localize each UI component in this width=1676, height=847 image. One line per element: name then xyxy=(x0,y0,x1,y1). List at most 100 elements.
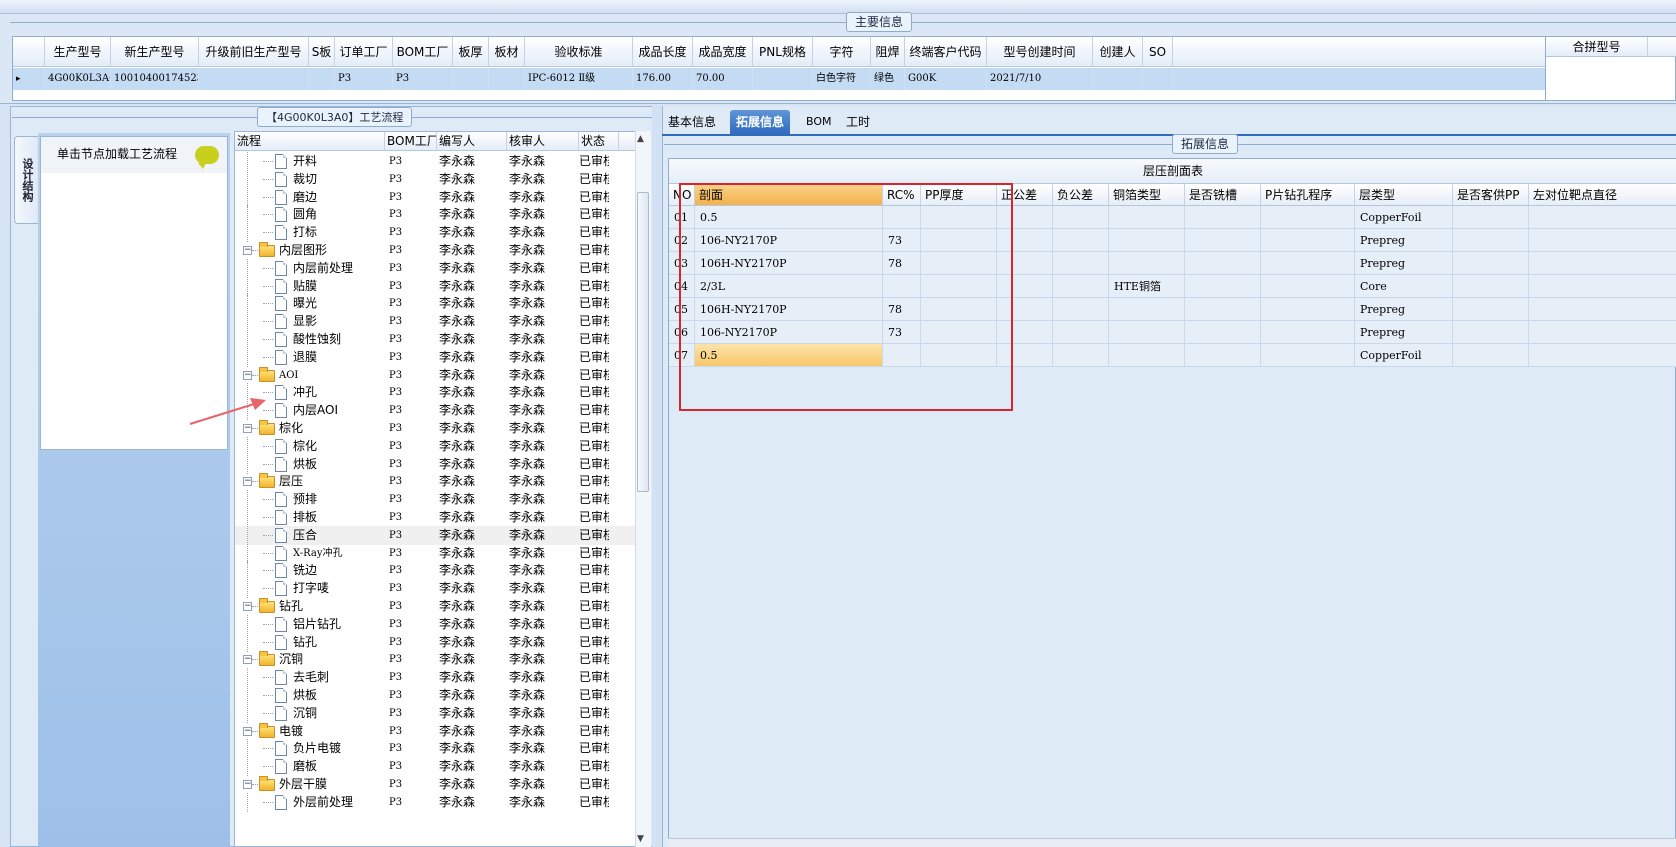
tree-row[interactable]: 酸性蚀刻 P3 李永森 李永森 已审核 xyxy=(235,330,635,349)
tool-hint-header[interactable]: 单击节点加载工艺流程 xyxy=(41,137,227,173)
tree-row[interactable]: X-Ray冲孔 P3 李永森 李永森 已审核 xyxy=(235,543,635,563)
stack-cell[interactable]: CopperFoil xyxy=(1355,206,1453,229)
stack-cell[interactable] xyxy=(1109,298,1185,321)
stack-cell[interactable] xyxy=(1453,298,1529,321)
main-info-cell[interactable]: 绿色 xyxy=(871,68,905,90)
panel-splitter[interactable] xyxy=(652,106,662,847)
collapse-icon[interactable]: − xyxy=(243,477,252,487)
tree-node-name[interactable]: 电镀 xyxy=(279,722,385,741)
stack-cell[interactable] xyxy=(1529,252,1676,275)
tree-column-header[interactable]: BOM工厂 xyxy=(385,132,437,151)
tree-node-name[interactable]: 开料 xyxy=(293,152,385,171)
tree-row[interactable]: − AOI P3 李永森 李永森 已审核 xyxy=(235,366,635,385)
main-info-grid[interactable]: 生产型号 新生产型号 升级前旧生产型号 S板 订单工厂 BOM工厂 板厚 板材 验收标准 成品长度… xyxy=(12,36,1552,101)
tree-row[interactable]: − 外层干膜 P3 李永森 李永森 已审核 xyxy=(235,775,635,794)
stack-cell[interactable]: Core xyxy=(1355,275,1453,298)
tab-bom[interactable]: BOM xyxy=(800,110,838,134)
main-info-column-header[interactable]: 新生产型号 xyxy=(111,37,199,67)
stack-column-header[interactable]: 负公差 xyxy=(1053,184,1109,206)
stack-column-header[interactable]: 铜箔类型 xyxy=(1109,184,1185,206)
tree-node-name[interactable]: 外层干膜 xyxy=(279,775,385,794)
tree-row[interactable]: 铣边 P3 李永森 李永森 已审核 xyxy=(235,561,635,581)
main-info-cell[interactable] xyxy=(1093,68,1143,90)
stack-column-header[interactable]: 层类型 xyxy=(1355,184,1453,206)
stack-cell[interactable] xyxy=(1261,206,1355,229)
stack-cell[interactable]: Prepreg xyxy=(1355,252,1453,275)
stack-cell[interactable] xyxy=(1453,252,1529,275)
collapse-icon[interactable]: − xyxy=(243,246,252,255)
tree-node-name[interactable]: 棕化 xyxy=(293,437,385,456)
tree-node-name[interactable]: 压合 xyxy=(293,526,385,545)
main-info-column-header[interactable]: 验收标准 xyxy=(525,37,633,67)
stack-cell[interactable] xyxy=(1529,275,1676,298)
tree-row[interactable]: 裁切 P3 李永森 李永森 已审核 xyxy=(235,169,635,189)
tree-row[interactable]: − 钻孔 P3 李永森 李永森 已审核 xyxy=(235,597,635,616)
main-info-column-header[interactable]: SO xyxy=(1143,37,1173,67)
stack-cell[interactable] xyxy=(1261,344,1355,367)
stack-cell[interactable]: CopperFoil xyxy=(1355,344,1453,367)
tree-node-name[interactable]: 磨板 xyxy=(293,757,385,776)
tree-column-header[interactable]: 状态 xyxy=(579,132,619,151)
stack-cell[interactable] xyxy=(1529,229,1676,252)
tree-node-name[interactable]: 外层前处理 xyxy=(293,793,385,812)
tree-row[interactable]: 退膜 P3 李永森 李永森 已审核 xyxy=(235,347,635,367)
main-info-cell[interactable]: 70.00 xyxy=(693,68,753,90)
stack-cell[interactable] xyxy=(1261,275,1355,298)
tab-extended-info[interactable]: 拓展信息 xyxy=(730,110,791,134)
tree-node-name[interactable]: 酸性蚀刻 xyxy=(293,330,385,349)
main-info-cell[interactable]: IPC-6012 Ⅱ级 xyxy=(525,68,633,90)
tree-node-name[interactable]: 铣边 xyxy=(293,561,385,580)
tree-row[interactable]: − 层压 P3 李永森 李永森 已审核 xyxy=(235,472,635,491)
stack-cell[interactable] xyxy=(1261,298,1355,321)
main-info-cell[interactable]: 白色字符 xyxy=(813,68,871,90)
tree-node-name[interactable]: 沉铜 xyxy=(293,704,385,723)
tree-node-name[interactable]: 曝光 xyxy=(293,294,385,313)
tree-node-name[interactable]: 层压 xyxy=(279,472,385,491)
stack-cell[interactable] xyxy=(1053,252,1109,275)
tree-column-header[interactable]: 流程 xyxy=(235,132,385,151)
tree-row[interactable]: 打字唛 P3 李永森 李永森 已审核 xyxy=(235,579,635,599)
main-info-column-header[interactable]: 生产型号 xyxy=(45,37,111,67)
tree-row[interactable]: 外层前处理 P3 李永森 李永森 已审核 xyxy=(235,792,635,812)
stack-cell[interactable]: HTE铜箔 xyxy=(1109,275,1185,298)
stack-cell[interactable] xyxy=(1453,229,1529,252)
stack-cell[interactable] xyxy=(1185,344,1261,367)
tree-row[interactable]: 开料 P3 李永森 李永森 已审核 xyxy=(235,152,635,171)
stack-cell[interactable] xyxy=(1529,344,1676,367)
tree-row[interactable]: 排板 P3 李永森 李永森 已审核 xyxy=(235,508,635,527)
tree-node-name[interactable]: 裁切 xyxy=(293,170,385,189)
tree-row[interactable]: 曝光 P3 李永森 李永森 已审核 xyxy=(235,294,635,314)
tree-node-name[interactable]: 钻孔 xyxy=(279,597,385,616)
tree-node-name[interactable]: 沉铜 xyxy=(279,650,385,669)
tree-node-name[interactable]: 内层图形 xyxy=(279,241,385,260)
main-info-cell[interactable] xyxy=(1143,68,1173,90)
main-info-column-header[interactable]: 升级前旧生产型号 xyxy=(199,37,309,67)
stack-column-header[interactable]: 是否铣槽 xyxy=(1185,184,1261,206)
main-info-cell[interactable] xyxy=(309,68,335,90)
tree-row[interactable]: 去毛刺 P3 李永森 李永森 已审核 xyxy=(235,668,635,688)
main-info-column-header[interactable]: 字符 xyxy=(813,37,871,67)
main-info-column-header[interactable]: BOM工厂 xyxy=(393,37,453,67)
stack-cell[interactable] xyxy=(1529,298,1676,321)
stack-cell[interactable] xyxy=(1053,321,1109,344)
tree-node-name[interactable]: 圆角 xyxy=(293,205,385,224)
main-info-column-header[interactable]: 创建人 xyxy=(1093,37,1143,67)
main-info-column-header[interactable]: 成品宽度 xyxy=(693,37,753,67)
stack-cell[interactable] xyxy=(1053,229,1109,252)
collapse-icon[interactable]: − xyxy=(243,726,252,736)
tree-node-name[interactable]: 负片电镀 xyxy=(293,739,385,758)
scroll-down-icon[interactable]: ▼ xyxy=(637,834,644,844)
stack-cell[interactable] xyxy=(1185,275,1261,298)
collapse-icon[interactable]: − xyxy=(243,780,252,789)
main-info-cell[interactable]: G00K xyxy=(905,68,987,90)
tree-node-name[interactable]: 棕化 xyxy=(279,419,385,438)
stack-cell[interactable] xyxy=(1453,321,1529,344)
tree-node-name[interactable]: 打字唛 xyxy=(293,579,385,598)
tree-row[interactable]: 内层AOI P3 李永森 李永森 已审核 xyxy=(235,401,635,421)
stack-cell[interactable] xyxy=(1261,321,1355,344)
tree-row[interactable]: − 沉铜 P3 李永森 李永森 已审核 xyxy=(235,650,635,669)
tree-row[interactable]: 内层前处理 P3 李永森 李永森 已审核 xyxy=(235,258,635,278)
tree-row[interactable]: 圆角 P3 李永森 李永森 已审核 xyxy=(235,205,635,225)
main-info-column-header[interactable]: S板 xyxy=(309,37,335,67)
horizontal-scrollbar[interactable] xyxy=(668,838,1676,847)
